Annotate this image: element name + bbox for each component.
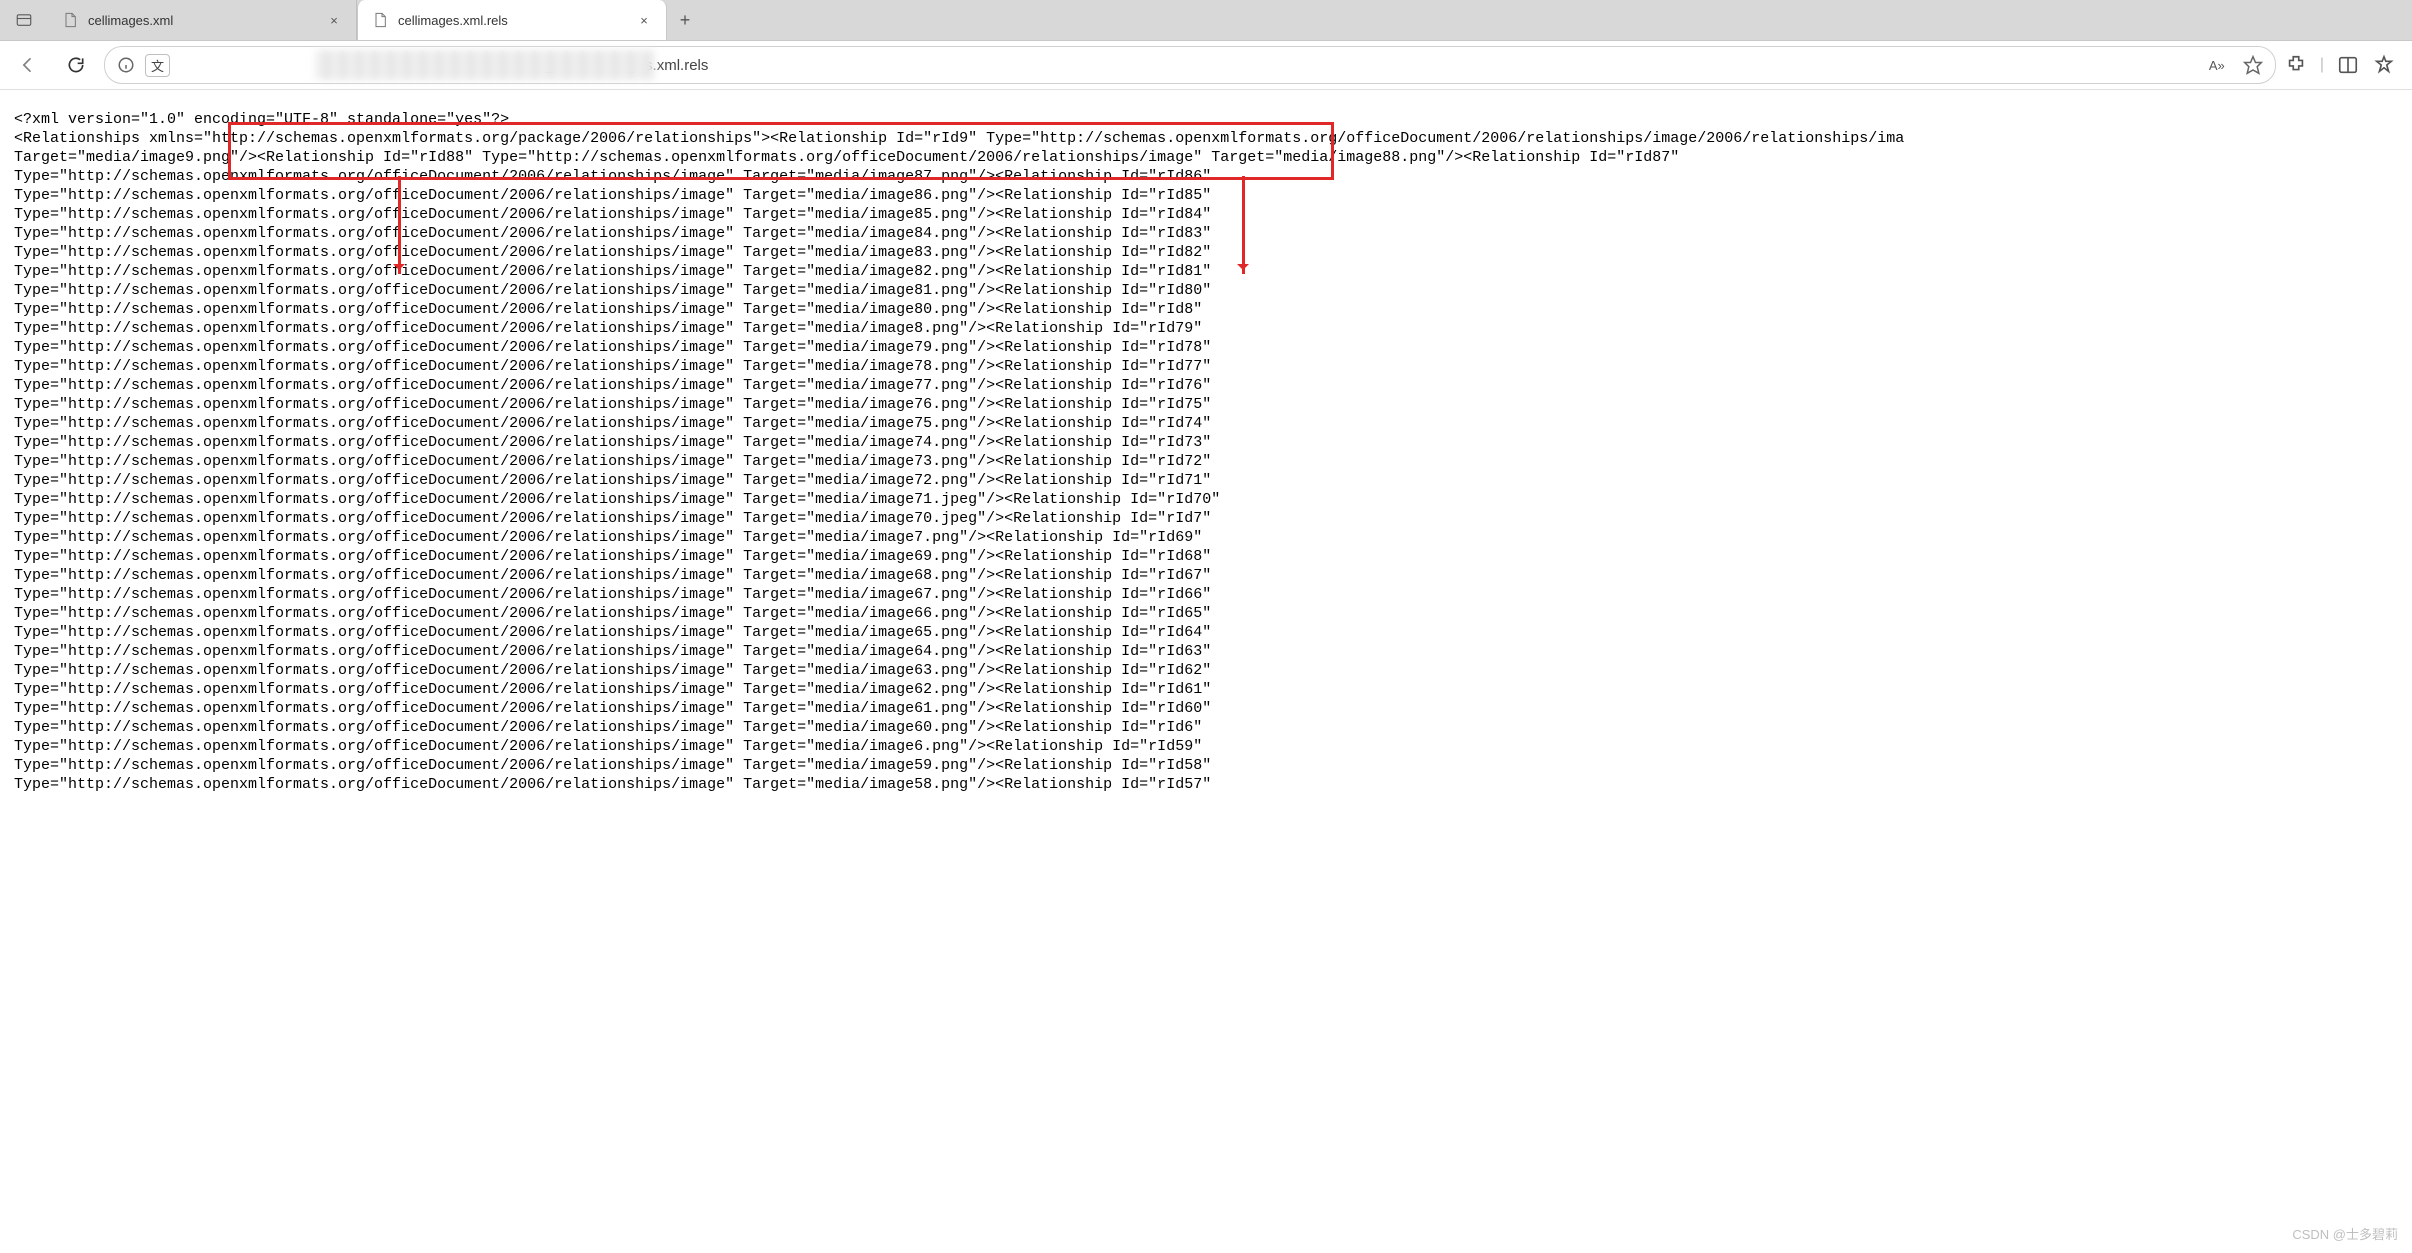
browser-tab-strip: cellimages.xml × cellimages.xml.rels × + (0, 0, 2412, 41)
redacted-path-segment (315, 50, 655, 80)
toolbar-right-actions: | (2284, 53, 2404, 77)
close-icon[interactable]: × (636, 12, 652, 28)
favorites-list-icon[interactable] (2372, 53, 2396, 77)
xml-view: <?xml version="1.0" encoding="UTF-8" sta… (0, 100, 2412, 1253)
file-icon (372, 12, 388, 28)
annotation-arrow (398, 176, 401, 274)
browser-toolbar: 文 xl/_rels/cellimages.xml.rels A» | (0, 41, 2412, 90)
favorite-icon[interactable] (2243, 55, 2263, 75)
address-bar-actions: A» (2207, 55, 2263, 75)
tab-cellimages-xml-rels[interactable]: cellimages.xml.rels × (357, 0, 667, 40)
site-info-icon[interactable] (117, 56, 135, 74)
refresh-button[interactable] (56, 45, 96, 85)
address-bar[interactable]: 文 xl/_rels/cellimages.xml.rels A» (104, 46, 2276, 84)
split-screen-icon[interactable] (2336, 53, 2360, 77)
back-button[interactable] (8, 45, 48, 85)
extensions-icon[interactable] (2284, 53, 2308, 77)
tab-title: cellimages.xml.rels (398, 13, 626, 28)
tab-title: cellimages.xml (88, 13, 316, 28)
watermark-text: CSDN @士多碧莉 (2292, 1224, 2398, 1243)
translate-icon[interactable]: 文 (145, 54, 170, 77)
tab-cellimages-xml[interactable]: cellimages.xml × (48, 0, 357, 40)
file-icon (62, 12, 78, 28)
new-tab-button[interactable]: + (667, 0, 703, 40)
read-aloud-icon[interactable]: A» (2207, 55, 2227, 75)
tab-actions-button[interactable] (0, 0, 48, 40)
annotation-arrow (1242, 176, 1245, 274)
close-icon[interactable]: × (326, 12, 342, 28)
